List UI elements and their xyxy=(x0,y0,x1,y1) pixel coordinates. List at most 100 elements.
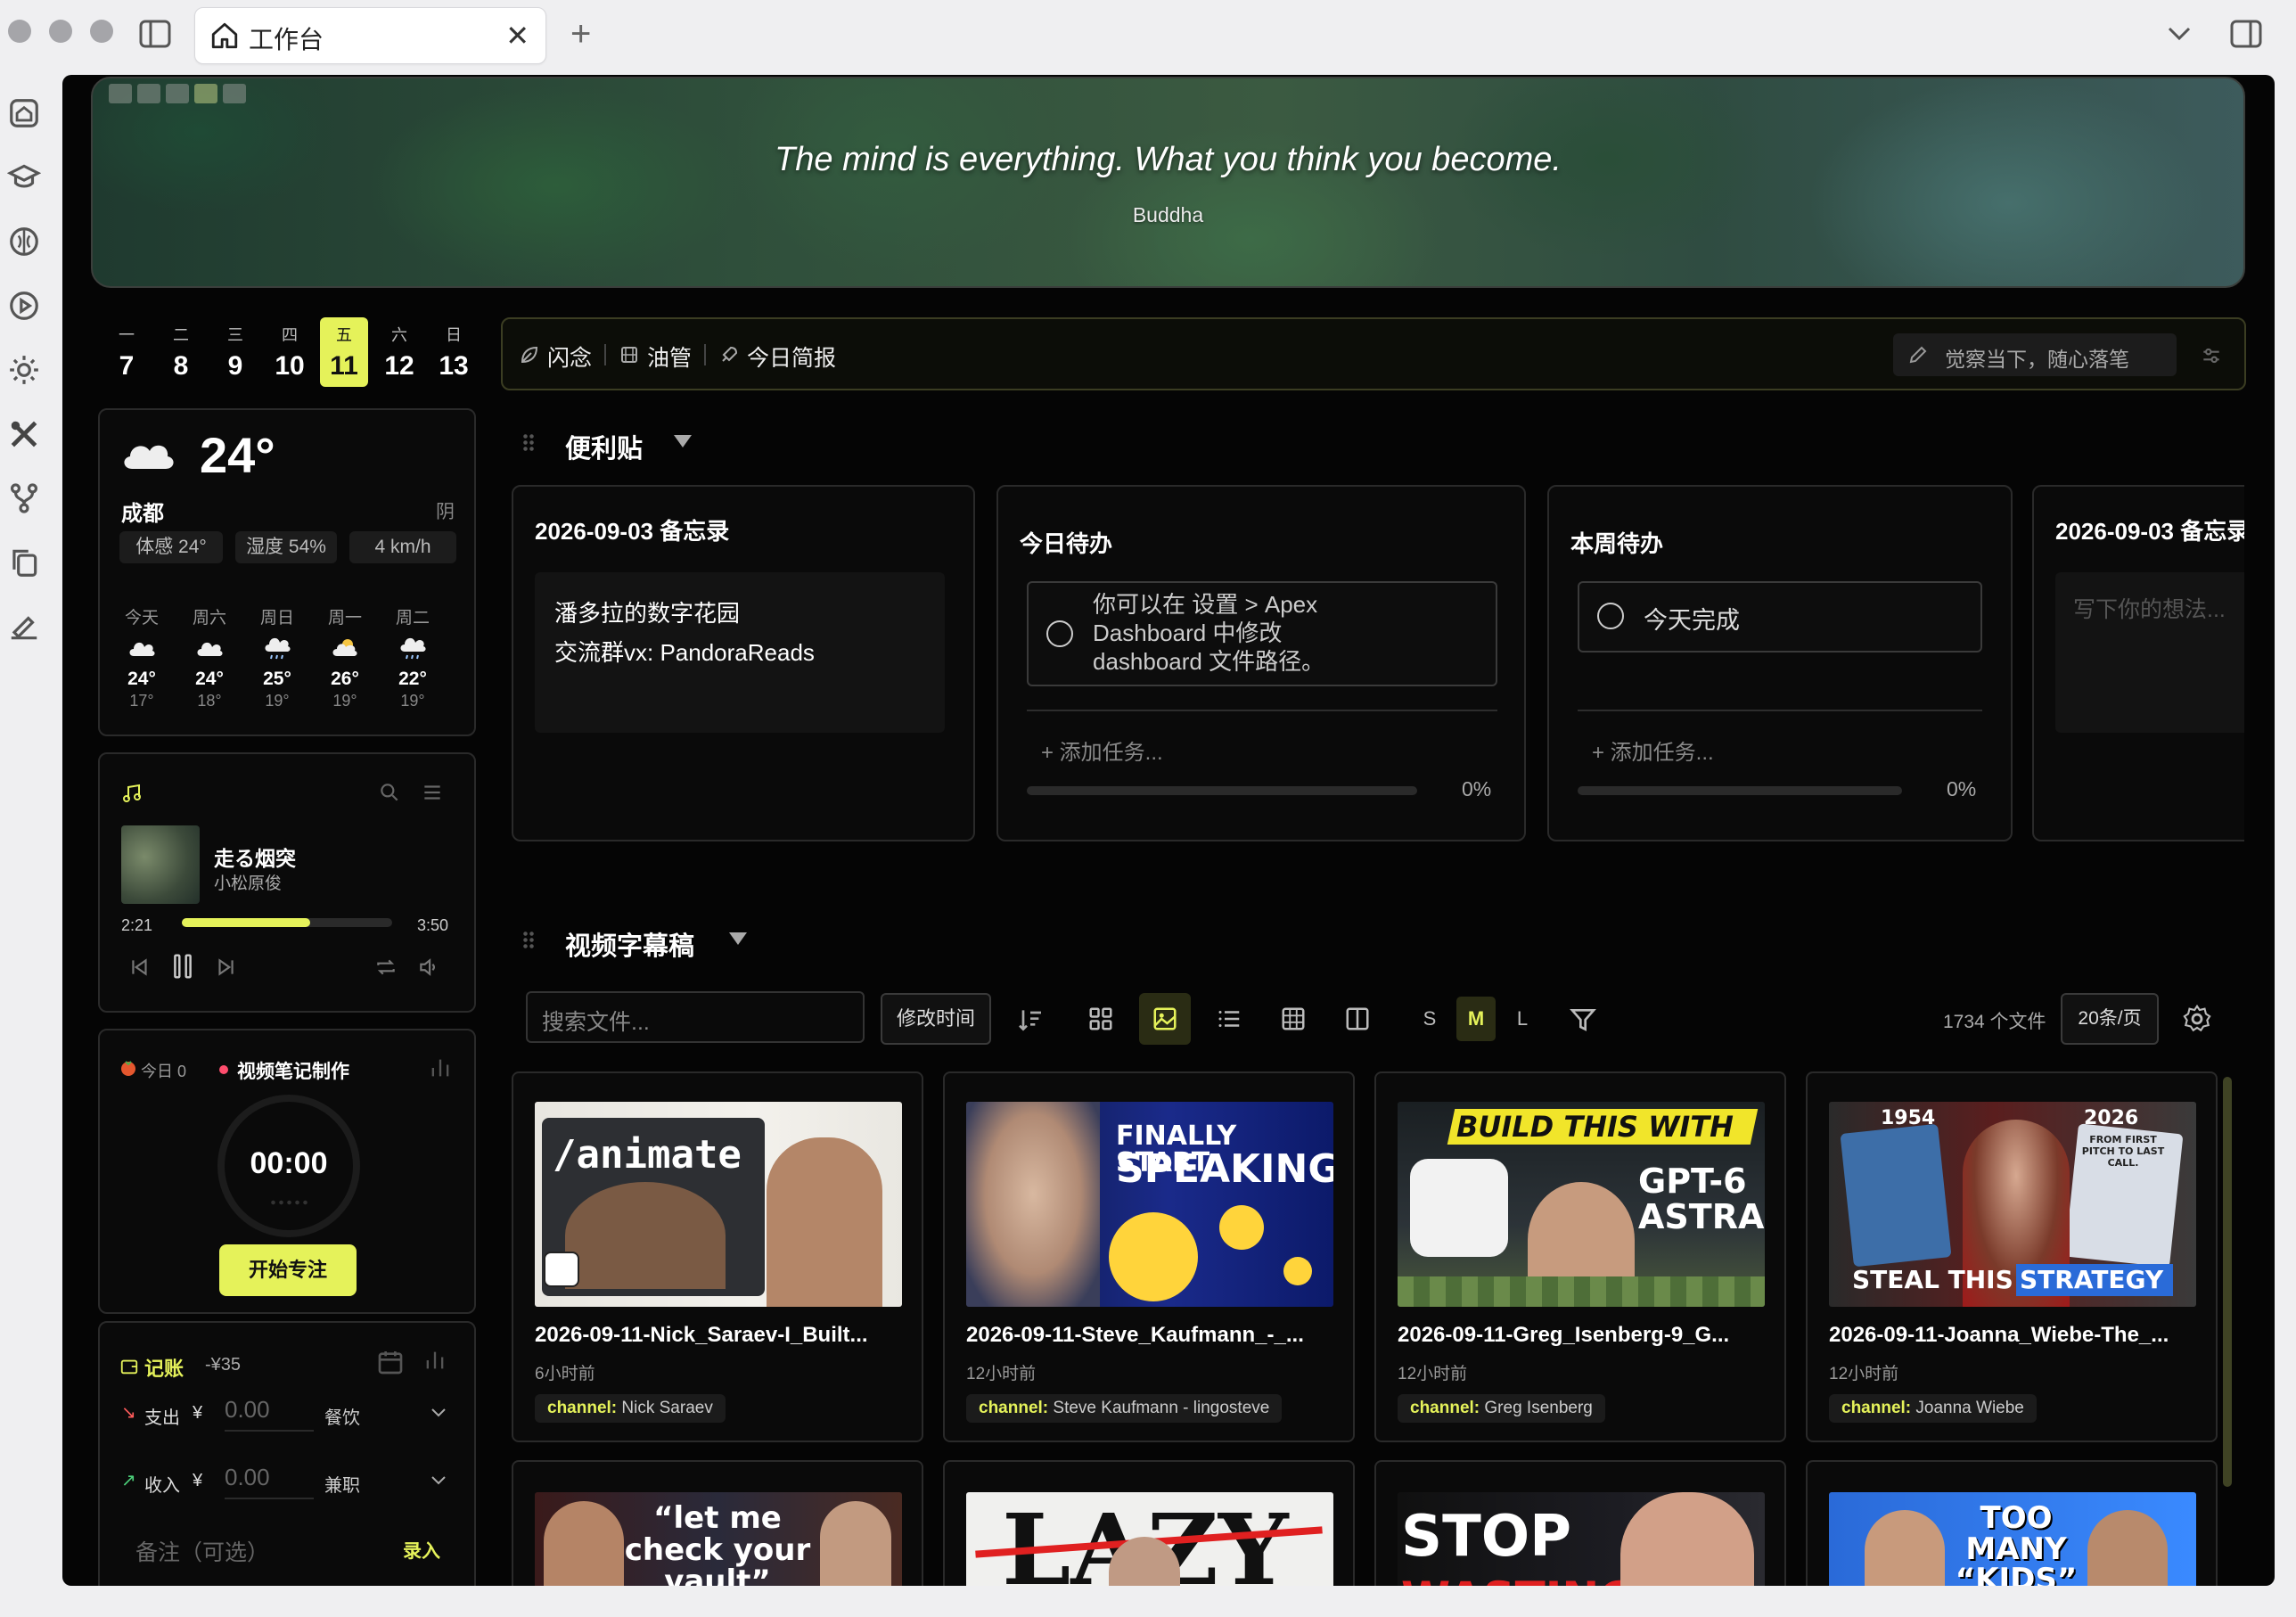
stats-bar-icon[interactable] xyxy=(428,1055,453,1080)
quick-item-youtube[interactable]: 油管 xyxy=(647,341,692,373)
thumbnail-text: 1954 xyxy=(1881,1107,1936,1129)
file-search-input[interactable]: 搜索文件... xyxy=(526,991,865,1043)
cloud-icon xyxy=(197,642,223,656)
focus-task-name[interactable]: 视频笔记制作 xyxy=(237,1057,349,1084)
video-card[interactable]: FINALLY START SPEAKING 2026-09-11-Steve_… xyxy=(943,1071,1355,1442)
collapse-triangle-icon[interactable] xyxy=(729,932,747,945)
video-card[interactable]: 1954 2026 FROM FIRST PITCH TO LAST CALL.… xyxy=(1806,1071,2218,1442)
memo-line: 潘多拉的数字花园 xyxy=(554,600,741,627)
todo-checkbox[interactable] xyxy=(1046,620,1073,647)
column-view-button[interactable] xyxy=(1332,993,1383,1045)
window-close-button[interactable] xyxy=(8,20,31,43)
day-sun[interactable]: 日 13 xyxy=(430,317,478,387)
collapse-triangle-icon[interactable] xyxy=(674,435,692,447)
start-focus-button[interactable]: 开始专注 xyxy=(219,1244,357,1296)
video-card[interactable]: BUILD THIS WITH GPT-6 ASTRA 2026-09-11-G… xyxy=(1374,1071,1786,1442)
signature-icon[interactable] xyxy=(7,610,41,644)
image-view-button[interactable] xyxy=(1139,993,1191,1045)
tools-icon[interactable] xyxy=(7,417,41,451)
quick-item-flash-note[interactable]: 闪念 xyxy=(547,341,592,373)
sun-icon[interactable] xyxy=(7,353,41,387)
submit-entry-button[interactable]: 录入 xyxy=(403,1537,440,1564)
income-amount-input[interactable]: 0.00 xyxy=(225,1464,314,1499)
home-icon[interactable] xyxy=(7,96,41,130)
day-thu[interactable]: 四 10 xyxy=(266,317,314,387)
graduation-cap-icon[interactable] xyxy=(7,160,41,194)
channel-chip[interactable]: channel: Greg Isenberg xyxy=(1398,1394,1605,1423)
quick-note-input[interactable]: 觉察当下，随心落笔 xyxy=(1893,333,2177,376)
week-todo-card: 本周待办 今天完成 + 添加任务... 0% xyxy=(1547,485,2013,841)
right-panel-toggle-icon[interactable] xyxy=(2230,20,2262,48)
todo-item[interactable]: 今天完成 xyxy=(1578,581,1982,653)
list-icon xyxy=(1218,1011,1240,1027)
expense-amount-input[interactable]: 0.00 xyxy=(225,1396,314,1432)
day-fri-today[interactable]: 五 11 xyxy=(320,317,368,387)
day-tue[interactable]: 二8 xyxy=(157,317,205,387)
quick-item-daily-brief[interactable]: 今日简报 xyxy=(747,341,836,373)
sort-by-button[interactable]: 修改时间 xyxy=(881,993,991,1045)
channel-chip[interactable]: channel: Joanna Wiebe xyxy=(1829,1394,2037,1423)
day-mon[interactable]: 一7 xyxy=(102,317,151,387)
income-category-select[interactable]: 兼职 xyxy=(324,1471,360,1497)
brain-icon[interactable] xyxy=(7,225,41,259)
channel-chip[interactable]: channel: Nick Saraev xyxy=(535,1394,726,1423)
add-task-button[interactable]: + 添加任务... xyxy=(1592,735,1714,766)
scrollbar-thumb[interactable] xyxy=(2223,1077,2232,1487)
playlist-icon[interactable] xyxy=(421,781,444,804)
next-track-icon[interactable] xyxy=(214,956,237,979)
add-task-button[interactable]: + 添加任务... xyxy=(1041,735,1163,766)
size-medium-button[interactable]: M xyxy=(1456,997,1496,1041)
chevron-down-icon[interactable] xyxy=(430,1474,447,1487)
search-icon[interactable] xyxy=(378,781,401,804)
memo-card-clip: 2026-09-03 备忘录 写下你的想法... xyxy=(2032,485,2244,841)
repeat-icon[interactable] xyxy=(374,956,398,979)
banner-thumbnails[interactable] xyxy=(109,84,251,108)
copy-icon[interactable] xyxy=(7,546,41,579)
expense-category-select[interactable]: 餐饮 xyxy=(324,1403,360,1429)
pause-icon[interactable] xyxy=(169,952,196,981)
sidebar-toggle-icon[interactable] xyxy=(139,20,171,48)
memo-body[interactable]: 写下你的想法... xyxy=(2055,572,2244,733)
new-tab-icon[interactable]: + xyxy=(570,16,591,52)
git-branch-icon[interactable] xyxy=(7,481,41,515)
grid-view-button[interactable] xyxy=(1075,993,1127,1045)
stats-bar-icon[interactable] xyxy=(422,1348,447,1373)
previous-track-icon[interactable] xyxy=(128,956,152,979)
drag-handle[interactable] xyxy=(522,433,535,453)
video-card[interactable]: LAZY xyxy=(943,1460,1355,1586)
tab-workbench[interactable]: 工作台 ✕ xyxy=(194,7,546,64)
drag-handle[interactable] xyxy=(522,931,535,950)
sliders-icon[interactable] xyxy=(2200,344,2223,367)
list-view-button[interactable] xyxy=(1203,993,1255,1045)
calendar-icon[interactable] xyxy=(376,1348,405,1376)
table-view-button[interactable] xyxy=(1267,993,1319,1045)
video-card[interactable]: TOO MANY “KIDS” xyxy=(1806,1460,2218,1586)
gear-icon[interactable] xyxy=(2182,1004,2212,1034)
memo-card[interactable]: 2026-09-03 备忘录 潘多拉的数字花园 交流群vx: PandoraRe… xyxy=(512,485,975,841)
video-card[interactable]: /animate 2026-09-11-Nick_Saraev-I_Built.… xyxy=(512,1071,923,1442)
video-card[interactable]: STOP WASTING xyxy=(1374,1460,1786,1586)
channel-chip[interactable]: channel: Steve Kaufmann - lingosteve xyxy=(966,1394,1283,1423)
memo-card-2[interactable]: 2026-09-03 备忘录 写下你的想法... xyxy=(2032,485,2244,841)
size-large-button[interactable]: L xyxy=(1503,997,1542,1041)
play-circle-icon[interactable] xyxy=(7,289,41,323)
close-tab-icon[interactable]: ✕ xyxy=(505,19,529,53)
window-minimize-button[interactable] xyxy=(49,20,72,43)
volume-icon[interactable] xyxy=(417,956,440,979)
forecast-day: 周一 26° 19° xyxy=(327,609,362,710)
video-card[interactable]: “let me check your vault” xyxy=(512,1460,923,1586)
size-small-button[interactable]: S xyxy=(1410,997,1449,1041)
todo-checkbox[interactable] xyxy=(1597,603,1624,629)
window-zoom-button[interactable] xyxy=(90,20,113,43)
todo-item[interactable]: 你可以在 设置 > Apex Dashboard 中修改 dashboard 文… xyxy=(1027,581,1497,686)
filter-icon[interactable] xyxy=(1569,1005,1597,1034)
day-sat[interactable]: 六 12 xyxy=(375,317,423,387)
note-input[interactable]: 备注（可选） xyxy=(135,1535,269,1567)
day-wed[interactable]: 三9 xyxy=(211,317,259,387)
chevron-down-icon[interactable] xyxy=(2166,25,2193,43)
page-size-select[interactable]: 20条/页 xyxy=(2061,993,2159,1045)
memo-body[interactable]: 潘多拉的数字花园 交流群vx: PandoraReads xyxy=(535,572,945,733)
sort-order-icon[interactable] xyxy=(1016,1005,1045,1034)
weather-city: 成都 xyxy=(121,502,164,526)
chevron-down-icon[interactable] xyxy=(430,1407,447,1419)
